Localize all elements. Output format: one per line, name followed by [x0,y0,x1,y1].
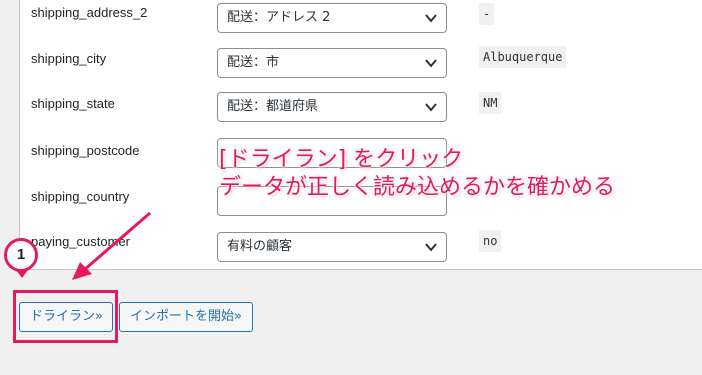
start-import-button[interactable]: インポートを開始» [119,302,253,332]
step-badge-pointer [16,270,28,278]
mapping-row: paying_customer 有料の顧客 no [20,230,702,276]
field-name: shipping_state [31,96,115,111]
field-name: paying_customer [31,234,130,249]
select-value: 配送：市 [227,55,280,70]
select-value: 有料の顧客 [227,239,293,254]
sample-value: NM [479,92,502,114]
column-select[interactable]: 配送：都道府県 [217,92,447,122]
highlight-box [13,290,118,343]
field-name: shipping_postcode [31,143,140,158]
chevron-down-icon [425,243,437,252]
chevron-down-icon [425,14,437,23]
step-number-badge: 1 [4,238,38,272]
field-mapping-panel: shipping_address_2 配送：アドレス 2 - shipping_… [19,0,702,270]
column-select[interactable]: 有料の顧客 [217,232,447,262]
field-name: shipping_country [31,189,130,204]
field-name: shipping_city [31,51,107,66]
field-name: shipping_address_2 [31,5,148,20]
sample-value: Albuquerque [479,46,567,68]
sample-value: - [479,3,495,25]
chevron-down-icon [425,103,437,112]
sample-value: no [479,230,502,252]
select-value: 配送：アドレス 2 [227,10,331,25]
mapping-row: shipping_city 配送：市 Albuquerque [20,46,702,92]
annotation-line-2: データが正しく読み込めるかを確かめる [219,175,616,200]
select-value: 配送：都道府県 [227,99,319,114]
mapping-row: shipping_state 配送：都道府県 NM [20,92,702,138]
mapping-row: shipping_address_2 配送：アドレス 2 - [20,0,702,46]
annotation-line-1: [ドライラン] をクリック [219,147,464,172]
column-select[interactable]: 配送：市 [217,48,447,78]
chevron-down-icon [425,59,437,68]
column-select[interactable]: 配送：アドレス 2 [217,3,447,33]
